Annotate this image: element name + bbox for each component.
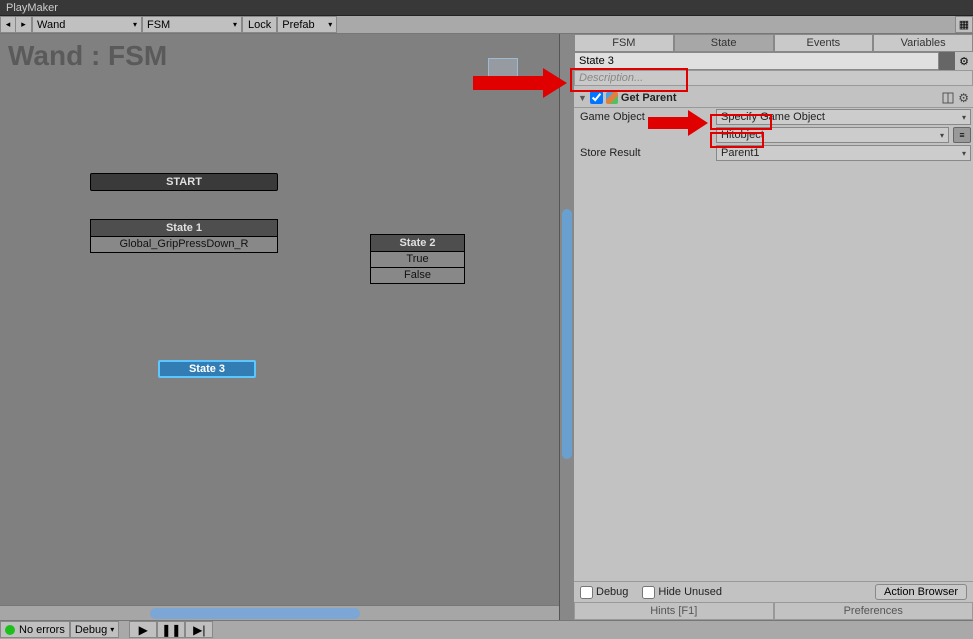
error-status[interactable]: No errors [0,621,70,638]
fsm-owner-label: Wand [37,19,131,31]
scrollbar-thumb[interactable] [150,608,360,619]
prop-store-result: Store Result Parent1 ▾ [574,144,973,162]
prop-label: Store Result [580,147,716,159]
inspector-panel: FSM State Events Variables Description..… [574,34,973,620]
lock-button[interactable]: Lock [242,16,277,33]
inspector-empty-area[interactable] [574,162,973,581]
history-forward-button[interactable]: ▸ [16,16,32,33]
node-state1-title: State 1 [90,219,278,237]
prefab-label: Prefab [282,19,326,31]
history-back-button[interactable]: ◂ [0,16,16,33]
fsm-name-label: FSM [147,19,231,31]
variable-toggle-button[interactable]: ≡ [953,127,971,143]
canvas-horizontal-scrollbar[interactable] [0,605,559,620]
help-icon[interactable] [941,91,955,105]
color-swatch[interactable] [939,52,955,70]
tab-fsm[interactable]: FSM [574,34,674,52]
prop-game-object: Game Object Specify Game Object ▾ [574,108,973,126]
window-title-bar: PlayMaker [0,0,973,16]
scrollbar-thumb[interactable] [562,209,572,459]
node-start[interactable]: START [90,173,278,191]
debug-checkbox[interactable] [580,586,593,599]
action-name: Get Parent [621,92,677,104]
state-settings-button[interactable] [955,52,973,70]
hitobject-dropdown[interactable]: Hitobject ▾ [716,127,949,143]
node-state2[interactable]: State 2 True False [370,234,465,284]
state-description-input[interactable]: Description... [574,70,973,86]
action-type-icon [606,92,618,104]
status-bar: No errors Debug ▾ ▶ ❚❚ ▶| [0,620,973,638]
fsm-owner-dropdown[interactable]: Wand ▾ [32,16,142,33]
step-button[interactable]: ▶| [185,621,213,638]
dropdown-arrow-icon: ▾ [133,20,137,29]
dropdown-value: Specify Game Object [721,111,962,123]
tab-events[interactable]: Events [774,34,874,52]
action-enabled-checkbox[interactable] [590,91,603,104]
node-state3-selected[interactable]: State 3 [158,360,256,378]
canvas-vertical-scrollbar[interactable] [560,34,574,620]
action-browser-button[interactable]: Action Browser [875,584,967,600]
annotation-arrow-head-icon [688,110,708,136]
foldout-arrow-icon[interactable]: ▼ [578,93,587,103]
game-object-dropdown[interactable]: Specify Game Object ▾ [716,109,971,125]
node-state2-title: State 2 [370,234,465,252]
hints-button[interactable]: Hints [F1] [574,602,774,620]
prefab-dropdown[interactable]: Prefab ▾ [277,16,337,33]
hide-unused-checkbox[interactable] [642,586,655,599]
store-result-dropdown[interactable]: Parent1 ▾ [716,145,971,161]
debug-label: Debug [596,586,628,598]
editor-toolbar: ◂ ▸ Wand ▾ FSM ▾ Lock Prefab ▾ ▦ [0,16,973,34]
dropdown-arrow-icon: ▾ [962,149,966,158]
fsm-name-dropdown[interactable]: FSM ▾ [142,16,242,33]
preferences-button[interactable]: Preferences [774,602,973,620]
graph-canvas[interactable]: Wand : FSM START State 1 Global_GripPres… [0,34,560,620]
node-start-label: START [166,176,202,188]
play-button[interactable]: ▶ [129,621,157,638]
annotation-arrow-body [648,117,688,129]
dropdown-arrow-icon: ▾ [233,20,237,29]
node-state1-event-0[interactable]: Global_GripPressDown_R [90,237,278,253]
action-header-get-parent[interactable]: ▼ Get Parent [574,88,973,108]
hide-unused-label: Hide Unused [658,586,722,598]
window-title: PlayMaker [6,2,58,14]
prop-game-object-value: Hitobject ▾ ≡ [574,126,973,144]
dropdown-value: Parent1 [721,147,962,159]
pause-button[interactable]: ❚❚ [157,621,185,638]
inspector-tabs: FSM State Events Variables [574,34,973,52]
node-state1[interactable]: State 1 Global_GripPressDown_R [90,219,278,253]
node-state2-event-1[interactable]: False [370,268,465,284]
dropdown-arrow-icon: ▾ [110,625,114,634]
tab-variables[interactable]: Variables [873,34,973,52]
debug-mode-label: Debug [75,624,107,636]
error-text: No errors [19,624,65,636]
state-name-input[interactable] [574,52,939,70]
canvas-title: Wand : FSM [8,40,167,72]
minimap-toggle-button[interactable]: ▦ [955,16,973,33]
dropdown-arrow-icon: ▾ [328,20,332,29]
lock-label: Lock [248,19,271,31]
status-ok-icon [5,625,15,635]
tab-state[interactable]: State [674,34,774,52]
node-state3-title: State 3 [189,363,225,375]
action-settings-button[interactable] [958,91,969,105]
annotation-arrow-head-icon [543,68,567,98]
node-state2-event-0[interactable]: True [370,252,465,268]
debug-mode-dropdown[interactable]: Debug ▾ [70,621,119,638]
dropdown-arrow-icon: ▾ [940,131,944,140]
annotation-arrow-body [473,76,543,90]
dropdown-value: Hitobject [721,129,940,141]
dropdown-arrow-icon: ▾ [962,113,966,122]
